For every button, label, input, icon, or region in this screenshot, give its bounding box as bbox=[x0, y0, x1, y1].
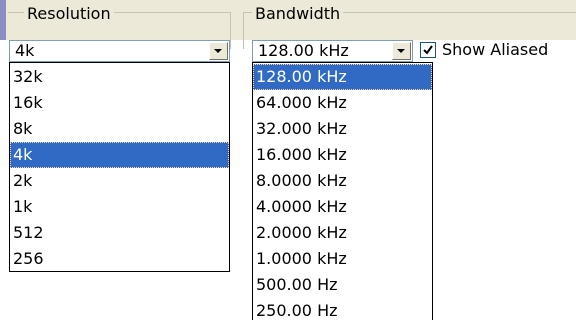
resolution-option[interactable]: 32k bbox=[10, 64, 229, 90]
bandwidth-option[interactable]: 64.000 kHz bbox=[253, 90, 432, 116]
resolution-option[interactable]: 8k bbox=[10, 116, 229, 142]
resolution-option-selected[interactable]: 4k bbox=[10, 142, 229, 168]
resolution-label: Resolution bbox=[24, 4, 114, 24]
panel-accent-bar bbox=[0, 0, 6, 40]
resolution-option[interactable]: 16k bbox=[10, 90, 229, 116]
bandwidth-dropdown-button[interactable] bbox=[392, 42, 411, 60]
bandwidth-option[interactable]: 16.000 kHz bbox=[253, 142, 432, 168]
resolution-option[interactable]: 1k bbox=[10, 194, 229, 220]
bandwidth-options-list[interactable]: 128.00 kHz 64.000 kHz 32.000 kHz 16.000 … bbox=[252, 62, 433, 320]
checkmark-icon bbox=[423, 45, 433, 55]
show-aliased-label[interactable]: Show Aliased bbox=[442, 40, 548, 60]
bandwidth-option[interactable]: 4.0000 kHz bbox=[253, 194, 432, 220]
resolution-options-list[interactable]: 32k 16k 8k 4k 2k 1k 512 256 bbox=[9, 62, 230, 272]
bandwidth-option[interactable]: 2.0000 kHz bbox=[253, 220, 432, 246]
chevron-down-icon bbox=[397, 49, 405, 53]
bandwidth-option[interactable]: 500.00 Hz bbox=[253, 272, 432, 298]
resolution-selected-value: 4k bbox=[15, 41, 35, 60]
bandwidth-dropdown[interactable]: 128.00 kHz bbox=[252, 40, 413, 62]
bandwidth-option[interactable]: 250.00 Hz bbox=[253, 298, 432, 320]
bandwidth-option-selected[interactable]: 128.00 kHz bbox=[253, 64, 432, 90]
bandwidth-option[interactable]: 1.0000 kHz bbox=[253, 246, 432, 272]
bandwidth-selected-value: 128.00 kHz bbox=[258, 41, 349, 60]
resolution-dropdown[interactable]: 4k bbox=[9, 40, 230, 62]
resolution-option[interactable]: 256 bbox=[10, 246, 229, 271]
resolution-option[interactable]: 512 bbox=[10, 220, 229, 246]
bandwidth-option[interactable]: 8.0000 kHz bbox=[253, 168, 432, 194]
chevron-down-icon bbox=[214, 49, 222, 53]
show-aliased-checkbox[interactable] bbox=[420, 42, 436, 58]
bandwidth-label: Bandwidth bbox=[252, 4, 344, 24]
bandwidth-option[interactable]: 32.000 kHz bbox=[253, 116, 432, 142]
resolution-dropdown-button[interactable] bbox=[209, 42, 228, 60]
resolution-option[interactable]: 2k bbox=[10, 168, 229, 194]
